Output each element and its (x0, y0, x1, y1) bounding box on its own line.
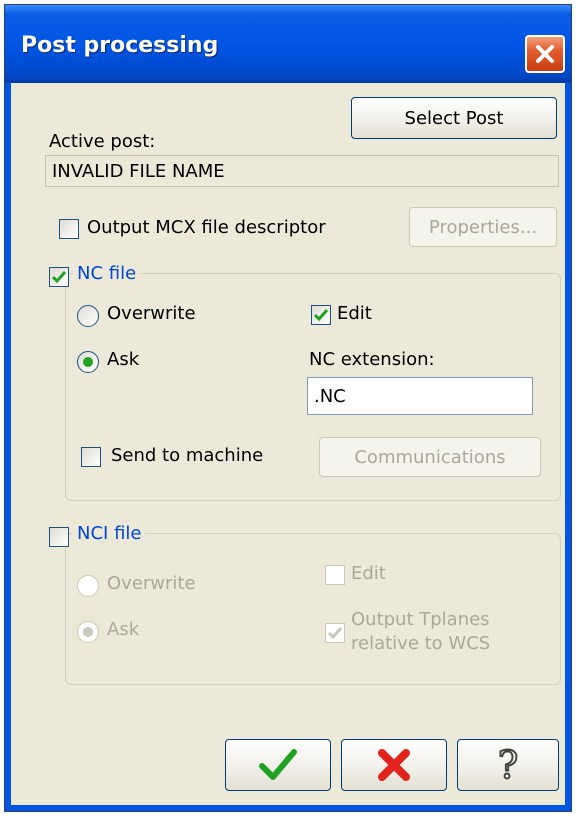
close-button[interactable] (525, 35, 565, 73)
output-tplanes-checkbox[interactable] (325, 623, 345, 643)
nci-edit-checkbox[interactable] (325, 565, 345, 585)
nc-ask-radio[interactable] (77, 351, 99, 373)
output-tplanes-label-line1: Output Tplanes (351, 609, 490, 630)
close-icon (536, 45, 554, 63)
properties-button[interactable]: Properties... (409, 207, 557, 247)
red-x-icon (378, 749, 410, 781)
window-title: Post processing (21, 33, 219, 58)
radio-dot-icon (83, 627, 93, 637)
nc-ask-label: Ask (107, 349, 140, 370)
dialog-body: Active post: Select Post INVALID FILE NA… (11, 83, 565, 805)
communications-button[interactable]: Communications (319, 437, 541, 477)
active-post-label: Active post: (49, 131, 156, 152)
nc-file-group-label: NC file (73, 263, 141, 284)
nc-edit-checkbox[interactable] (311, 305, 331, 325)
cancel-button[interactable] (341, 739, 447, 791)
nc-edit-label: Edit (337, 303, 372, 324)
nci-ask-radio[interactable] (77, 621, 99, 643)
nc-extension-input[interactable]: .NC (307, 377, 533, 415)
svg-text:?: ? (498, 745, 518, 785)
active-post-field: INVALID FILE NAME (45, 155, 559, 187)
output-mcx-checkbox[interactable] (59, 219, 79, 239)
nci-overwrite-radio[interactable] (77, 575, 99, 597)
nc-extension-label: NC extension: (309, 349, 435, 370)
nc-file-checkbox[interactable] (49, 267, 69, 287)
checkmark-icon (313, 309, 329, 322)
radio-dot-icon (83, 357, 93, 367)
output-tplanes-label-line2: relative to WCS (351, 633, 491, 654)
nc-overwrite-radio[interactable] (77, 305, 99, 327)
nci-edit-label: Edit (351, 563, 386, 584)
checkmark-icon (327, 627, 343, 640)
output-mcx-label: Output MCX file descriptor (87, 217, 326, 238)
title-bar[interactable]: Post processing (5, 5, 571, 83)
nci-ask-label: Ask (107, 619, 140, 640)
send-to-machine-checkbox[interactable] (81, 447, 101, 467)
question-mark-icon: ? (497, 745, 519, 785)
help-button[interactable]: ? (457, 739, 559, 791)
nci-file-group-label: NCI file (73, 523, 146, 544)
select-post-button[interactable]: Select Post (351, 97, 557, 139)
checkmark-icon (51, 271, 67, 284)
ok-button[interactable] (225, 739, 331, 791)
nci-overwrite-label: Overwrite (107, 573, 196, 594)
nci-file-checkbox[interactable] (49, 527, 69, 547)
nc-overwrite-label: Overwrite (107, 303, 196, 324)
post-processing-window: Post processing Active post: Select Post… (4, 4, 572, 812)
green-check-icon (259, 749, 297, 780)
send-to-machine-label: Send to machine (111, 445, 264, 466)
